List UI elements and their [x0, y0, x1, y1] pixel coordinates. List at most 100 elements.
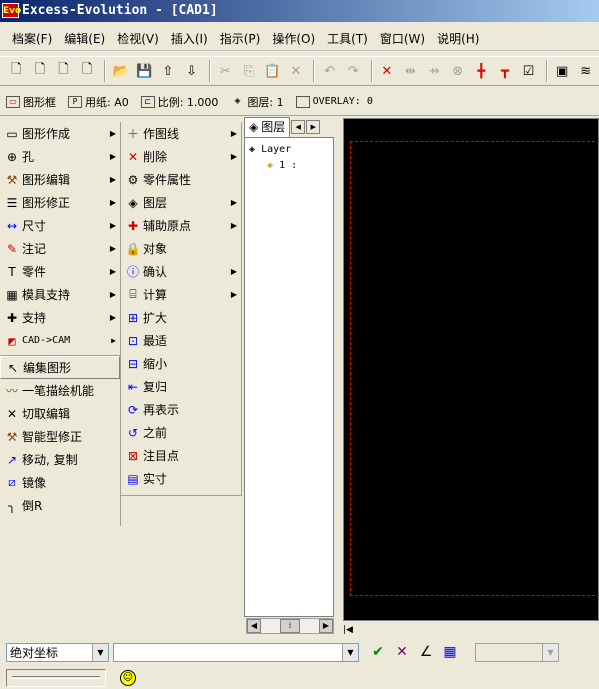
new-template-icon[interactable]: 🗋	[30, 60, 51, 82]
menu-operation[interactable]: 操作(O)	[266, 27, 321, 50]
left-item-shape-create[interactable]: ▭ 图形作成 ▶	[0, 122, 120, 145]
overlay-status[interactable]: OVERLAY: 0	[295, 95, 373, 108]
layer-stack-icon[interactable]: ≋	[575, 60, 596, 82]
layer-status[interactable]: ◈ 图层: 1	[230, 94, 283, 110]
cut-icon[interactable]: ✂	[215, 60, 236, 82]
cam-icon: ◩	[8, 333, 16, 348]
canvas-scroll-bar[interactable]: |◀	[343, 622, 599, 637]
new-document-icon[interactable]: 🗋	[6, 60, 27, 82]
tab-layer[interactable]: ◈ 图层	[244, 117, 291, 137]
paste-icon[interactable]: 📋	[262, 60, 283, 82]
drawing-canvas[interactable]	[343, 118, 599, 621]
mid-item-calc[interactable]: ⌸ 计算 ▶	[121, 283, 241, 306]
left-item-edit-shape[interactable]: ↖ 编集图形	[0, 356, 120, 379]
snap-icon[interactable]: ⇹	[400, 60, 421, 82]
left-item-move-copy[interactable]: ↗ 移动, 复制	[0, 448, 120, 471]
open-folder-icon[interactable]: 📂	[110, 60, 131, 82]
left-item-annotation[interactable]: ✎ 注记 ▶	[0, 237, 120, 260]
left-item-shape-edit[interactable]: ⚒ 图形编辑 ▶	[0, 168, 120, 191]
chevron-down-icon[interactable]: ▼	[342, 643, 358, 661]
grid-icon[interactable]: ▦	[439, 641, 461, 663]
menu-tools[interactable]: 工具(T)	[321, 27, 374, 50]
left-item-shape-fix[interactable]: ☰ 图形修正 ▶	[0, 191, 120, 214]
move-icon: ↗	[6, 452, 18, 467]
fit-icon: ⊡	[127, 333, 139, 348]
snap-end-icon[interactable]: ⇸	[424, 60, 445, 82]
delete-icon[interactable]: ✕	[286, 60, 307, 82]
mid-item-object[interactable]: 🔒 对象	[121, 237, 241, 260]
menu-window[interactable]: 窗口(W)	[374, 27, 431, 50]
scale-icon: ⊏	[140, 95, 155, 108]
menu-insert[interactable]: 插入(I)	[165, 27, 214, 50]
mid-item-return[interactable]: ⇤ 复归	[121, 375, 241, 398]
mid-item-previous[interactable]: ↺ 之前	[121, 421, 241, 444]
redo-icon[interactable]: ↷	[343, 60, 364, 82]
menu-file[interactable]: 档案(F)	[6, 27, 58, 50]
menu-view[interactable]: 检视(V)	[111, 27, 165, 50]
mid-item-construction-line[interactable]: ＋作图线 ▶	[121, 122, 241, 145]
perpendicular-icon[interactable]: ┳	[495, 60, 516, 82]
left-item-mold-support[interactable]: ▦ 模具支持 ▶	[0, 283, 120, 306]
coordinate-mode-select[interactable]: 绝对坐标 ▼	[6, 642, 109, 662]
mid-item-redraw[interactable]: ⟳ 再表示	[121, 398, 241, 421]
left-item-part[interactable]: T 零件 ▶	[0, 260, 120, 283]
layer-horizontal-scrollbar[interactable]: ◀ ⁞ ▶	[246, 618, 334, 634]
angle-icon[interactable]: ∠	[415, 641, 437, 663]
undo-icon[interactable]: ↶	[319, 60, 340, 82]
frame-status[interactable]: ▭ 图形框	[6, 94, 56, 110]
tab-scroll-right-icon[interactable]: ▶	[306, 120, 321, 134]
export-icon[interactable]: ⇧	[158, 60, 179, 82]
mid-item-zoom-out[interactable]: ⊟ 缩小	[121, 352, 241, 375]
left-item-dimension[interactable]: ↔ 尺寸 ▶	[0, 214, 120, 237]
left-item-fillet[interactable]: ╮ 倒R	[0, 494, 120, 517]
mid-item-zoom-in[interactable]: ⊞ 扩大	[121, 306, 241, 329]
paper-status[interactable]: P 用纸: A0	[68, 94, 129, 110]
mid-item-layer[interactable]: ◈ 图层 ▶	[121, 191, 241, 214]
mid-item-actual-size[interactable]: ▤ 实寸	[121, 467, 241, 490]
menu-edit[interactable]: 编辑(E)	[58, 27, 111, 50]
window-select-icon[interactable]: ▣	[552, 60, 573, 82]
chevron-down-icon[interactable]: ▼	[542, 643, 558, 661]
new-mold-icon[interactable]: 🗋	[53, 60, 74, 82]
layer-node-1[interactable]: ◈ 1 :	[267, 160, 297, 171]
scale-status[interactable]: ⊏ 比例: 1.000	[140, 94, 218, 110]
cancel-x-icon[interactable]: ✕	[377, 60, 398, 82]
mid-item-focus-point[interactable]: ⊠ 注目点	[121, 444, 241, 467]
toolbar-separator	[208, 60, 211, 82]
left-item-mirror[interactable]: ⧄ 镜像	[0, 471, 120, 494]
left-item-smart-fix[interactable]: ⚒ 智能型修正	[0, 425, 120, 448]
import-icon[interactable]: ⇩	[181, 60, 202, 82]
new-sheet-icon[interactable]: 🗋	[77, 60, 98, 82]
command-input[interactable]: ▼	[113, 642, 359, 662]
mid-item-delete[interactable]: ✕ 削除 ▶	[121, 145, 241, 168]
crosshair-icon[interactable]: ╋	[471, 60, 492, 82]
left-item-one-stroke[interactable]: 〰一笔描绘机能	[0, 379, 120, 402]
scroll-thumb[interactable]: ⁞	[280, 619, 300, 633]
layer-root-node[interactable]: ◈ Layer	[249, 144, 291, 155]
scroll-left-icon[interactable]: |◀	[343, 625, 353, 635]
left-item-cad-cam[interactable]: ◩ CAD->CAM ▶	[0, 329, 120, 352]
circle-x-icon[interactable]: ⊗	[447, 60, 468, 82]
left-item-cut-edit[interactable]: ✕ 切取编辑	[0, 402, 120, 425]
confirm-check-icon[interactable]: ✔	[367, 641, 389, 663]
select-count-icon[interactable]: ☑	[518, 60, 539, 82]
app-icon[interactable]: Evo	[2, 3, 21, 18]
mid-item-part-attr[interactable]: ⚙ 零件属性	[121, 168, 241, 191]
mid-item-fit[interactable]: ⊡ 最适	[121, 329, 241, 352]
scroll-left-icon[interactable]: ◀	[247, 619, 261, 633]
disabled-select[interactable]: ▼	[475, 642, 559, 662]
save-icon[interactable]: 💾	[134, 60, 155, 82]
left-item-hole[interactable]: ⊕ 孔 ▶	[0, 145, 120, 168]
mid-item-confirm[interactable]: ⓘ 确认 ▶	[121, 260, 241, 283]
menu-help[interactable]: 说明(H)	[431, 27, 485, 50]
cancel-x-icon[interactable]: ✕	[391, 641, 413, 663]
mid-item-aux-origin[interactable]: ✚ 辅助原点 ▶	[121, 214, 241, 237]
stroke-icon: 〰	[5, 384, 18, 398]
menu-point[interactable]: 指示(P)	[214, 27, 267, 50]
cut-icon: ✕	[6, 406, 18, 421]
tab-scroll-left-icon[interactable]: ◀	[291, 120, 306, 134]
chevron-down-icon[interactable]: ▼	[92, 643, 108, 661]
copy-icon[interactable]: ⎘	[238, 60, 259, 82]
scroll-right-icon[interactable]: ▶	[319, 619, 333, 633]
left-item-support[interactable]: ✚ 支持 ▶	[0, 306, 120, 329]
